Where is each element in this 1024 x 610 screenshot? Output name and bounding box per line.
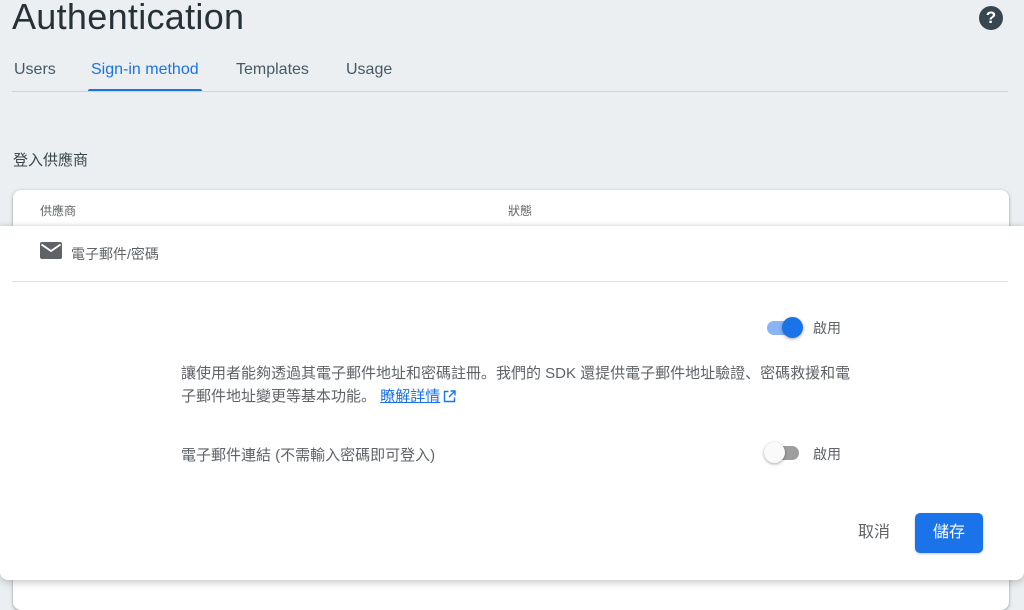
provider-config-panel: 電子郵件/密碼 啟用 讓使用者能夠透過其電子郵件地址和密碼註冊。我們的 SDK …	[0, 226, 1024, 580]
mail-icon	[40, 242, 62, 259]
help-icon[interactable]: ?	[979, 6, 1003, 30]
description-text: 讓使用者能夠透過其電子郵件地址和密碼註冊。我們的 SDK 還提供電子郵件地址驗證…	[181, 365, 851, 405]
tab-usage[interactable]: Usage	[346, 61, 392, 92]
cancel-button[interactable]: 取消	[846, 513, 902, 553]
column-header-provider: 供應商	[40, 204, 77, 218]
provider-name: 電子郵件/密碼	[71, 246, 159, 262]
panel-divider	[12, 281, 1008, 282]
column-header-status: 狀態	[508, 204, 533, 218]
provider-description: 讓使用者能夠透過其電子郵件地址和密碼註冊。我們的 SDK 還提供電子郵件地址驗證…	[181, 362, 851, 408]
tab-bar: Users Sign-in method Templates Usage	[0, 52, 1024, 92]
save-button[interactable]: 儲存	[915, 513, 983, 553]
page-title: Authentication	[12, 0, 245, 37]
external-link-icon	[444, 390, 456, 403]
provider-header: 電子郵件/密碼	[0, 226, 1024, 282]
email-link-toggle-label: 啟用	[813, 446, 841, 462]
tab-sign-in-method[interactable]: Sign-in method	[88, 61, 202, 92]
email-link-label: 電子郵件連結 (不需輸入密碼即可登入)	[181, 447, 436, 464]
tab-users[interactable]: Users	[14, 61, 56, 92]
learn-more-link[interactable]: 瞭解詳情	[380, 388, 456, 405]
section-title: 登入供應商	[13, 152, 89, 169]
tab-templates[interactable]: Templates	[236, 61, 309, 92]
enable-email-password-toggle[interactable]	[765, 316, 803, 338]
email-link-toggle[interactable]	[764, 441, 803, 463]
tabs-divider	[12, 91, 1008, 92]
enable-toggle-label: 啟用	[813, 320, 841, 336]
